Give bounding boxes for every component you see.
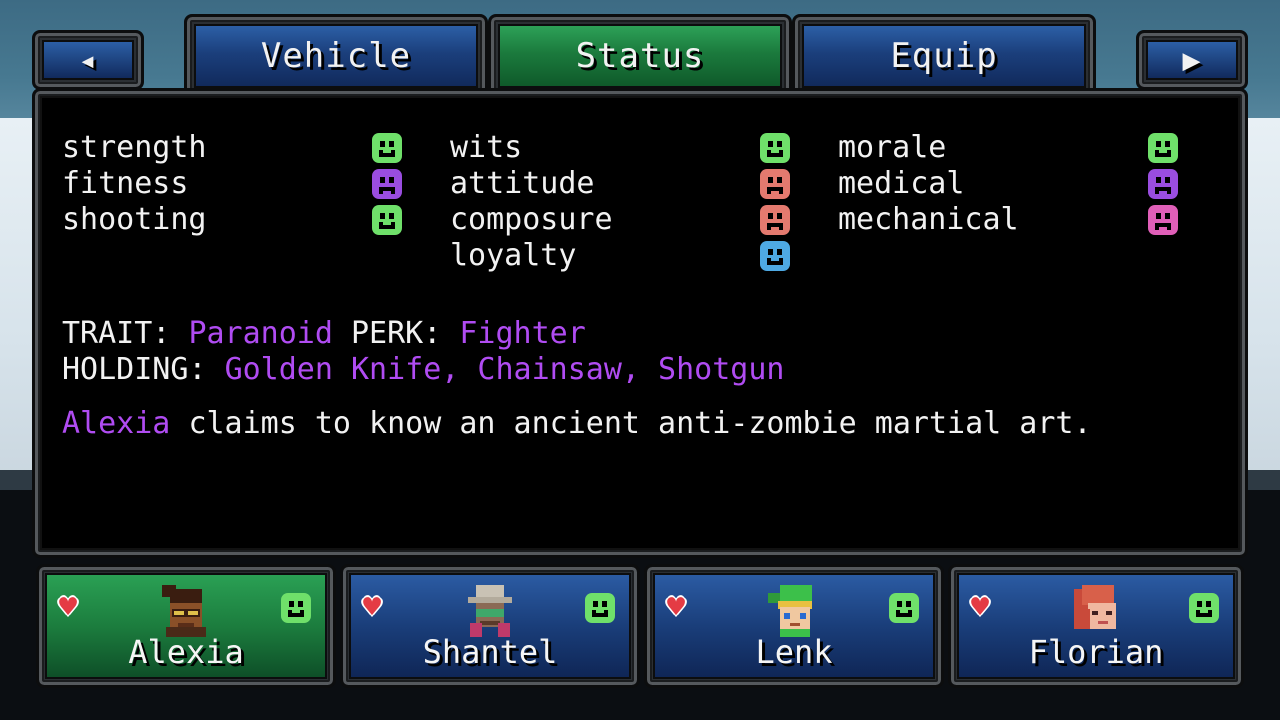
tab-equip[interactable]: Equip xyxy=(792,14,1096,98)
party-card-florian[interactable]: ♥ Florian xyxy=(948,564,1244,688)
party-card-shantel-inner: ♥ Shantel xyxy=(349,573,631,679)
stat-mechanical-label: mechanical xyxy=(838,202,1019,237)
stat-fitness-label: fitness xyxy=(62,166,189,201)
perk-label: PERK: xyxy=(351,316,442,351)
trait-value: Paranoid xyxy=(188,316,333,351)
party-card-alexia[interactable]: ♥ Alexia xyxy=(36,564,336,688)
stat-attitude-label: attitude xyxy=(450,166,595,201)
stat-loyalty-mood-icon xyxy=(760,241,790,271)
florian-name: Florian xyxy=(1028,633,1164,671)
shantel-portrait xyxy=(468,585,512,637)
lenk-portrait xyxy=(768,585,812,637)
stat-mechanical-mood-icon xyxy=(1148,205,1178,235)
party-card-alexia-inner: ♥ Alexia xyxy=(45,573,327,679)
stat-composure-label: composure xyxy=(450,202,613,237)
alexia-portrait xyxy=(162,585,206,637)
stat-shooting-mood-icon xyxy=(372,205,402,235)
perk-value: Fighter xyxy=(459,316,586,351)
alexia-name: Alexia xyxy=(128,633,244,671)
trait-label: TRAIT: xyxy=(62,316,171,351)
trait-perk-line: TRAIT: Paranoid PERK: Fighter xyxy=(62,316,586,352)
bio-line: Alexia claims to know an ancient anti-zo… xyxy=(62,406,1092,442)
alexia-mood-icon xyxy=(281,593,311,623)
status-panel-content: strength fitness shooting wits attitude … xyxy=(40,96,1240,550)
party-card-shantel[interactable]: ♥ Shantel xyxy=(340,564,640,688)
bio-text: claims to know an ancient anti-zombie ma… xyxy=(188,406,1092,441)
party-card-florian-inner: ♥ Florian xyxy=(957,573,1235,679)
back-arrow-icon: ◂ xyxy=(42,40,134,80)
next-arrow-icon: ▶ xyxy=(1146,40,1238,80)
stat-strength-mood-icon xyxy=(372,133,402,163)
heart-icon: ♥ xyxy=(59,590,78,625)
stat-medical-label: medical xyxy=(838,166,965,201)
shantel-name: Shantel xyxy=(422,633,558,671)
bio-name: Alexia xyxy=(62,406,171,441)
heart-icon: ♥ xyxy=(667,590,686,625)
heart-icon: ♥ xyxy=(971,590,990,625)
status-panel: strength fitness shooting wits attitude … xyxy=(32,88,1248,558)
tab-status[interactable]: Status xyxy=(488,14,792,98)
stat-morale-mood-icon xyxy=(1148,133,1178,163)
stat-strength-label: strength xyxy=(62,130,207,165)
lenk-name: Lenk xyxy=(755,633,833,671)
tab-status-label: Status xyxy=(498,24,782,88)
stat-wits-mood-icon xyxy=(760,133,790,163)
party-card-lenk-inner: ♥ Lenk xyxy=(653,573,935,679)
stat-medical-mood-icon xyxy=(1148,169,1178,199)
tab-equip-label: Equip xyxy=(802,24,1086,88)
stat-wits-label: wits xyxy=(450,130,523,165)
tab-vehicle-label: Vehicle xyxy=(194,24,478,88)
holding-value: Golden Knife, Chainsaw, Shotgun xyxy=(224,352,785,387)
florian-mood-icon xyxy=(1189,593,1219,623)
stat-attitude-mood-icon xyxy=(760,169,790,199)
tab-vehicle[interactable]: Vehicle xyxy=(184,14,488,98)
shantel-mood-icon xyxy=(585,593,615,623)
stat-loyalty-label: loyalty xyxy=(450,238,577,273)
stat-shooting-label: shooting xyxy=(62,202,207,237)
florian-portrait xyxy=(1074,585,1116,629)
stat-morale-label: morale xyxy=(838,130,947,165)
lenk-mood-icon xyxy=(889,593,919,623)
next-button[interactable]: ▶ xyxy=(1136,30,1248,90)
holding-label: HOLDING: xyxy=(62,352,207,387)
back-button[interactable]: ◂ xyxy=(32,30,144,90)
stat-fitness-mood-icon xyxy=(372,169,402,199)
stat-composure-mood-icon xyxy=(760,205,790,235)
party-card-lenk[interactable]: ♥ Lenk xyxy=(644,564,944,688)
heart-icon: ♥ xyxy=(363,590,382,625)
holding-line: HOLDING: Golden Knife, Chainsaw, Shotgun xyxy=(62,352,784,388)
